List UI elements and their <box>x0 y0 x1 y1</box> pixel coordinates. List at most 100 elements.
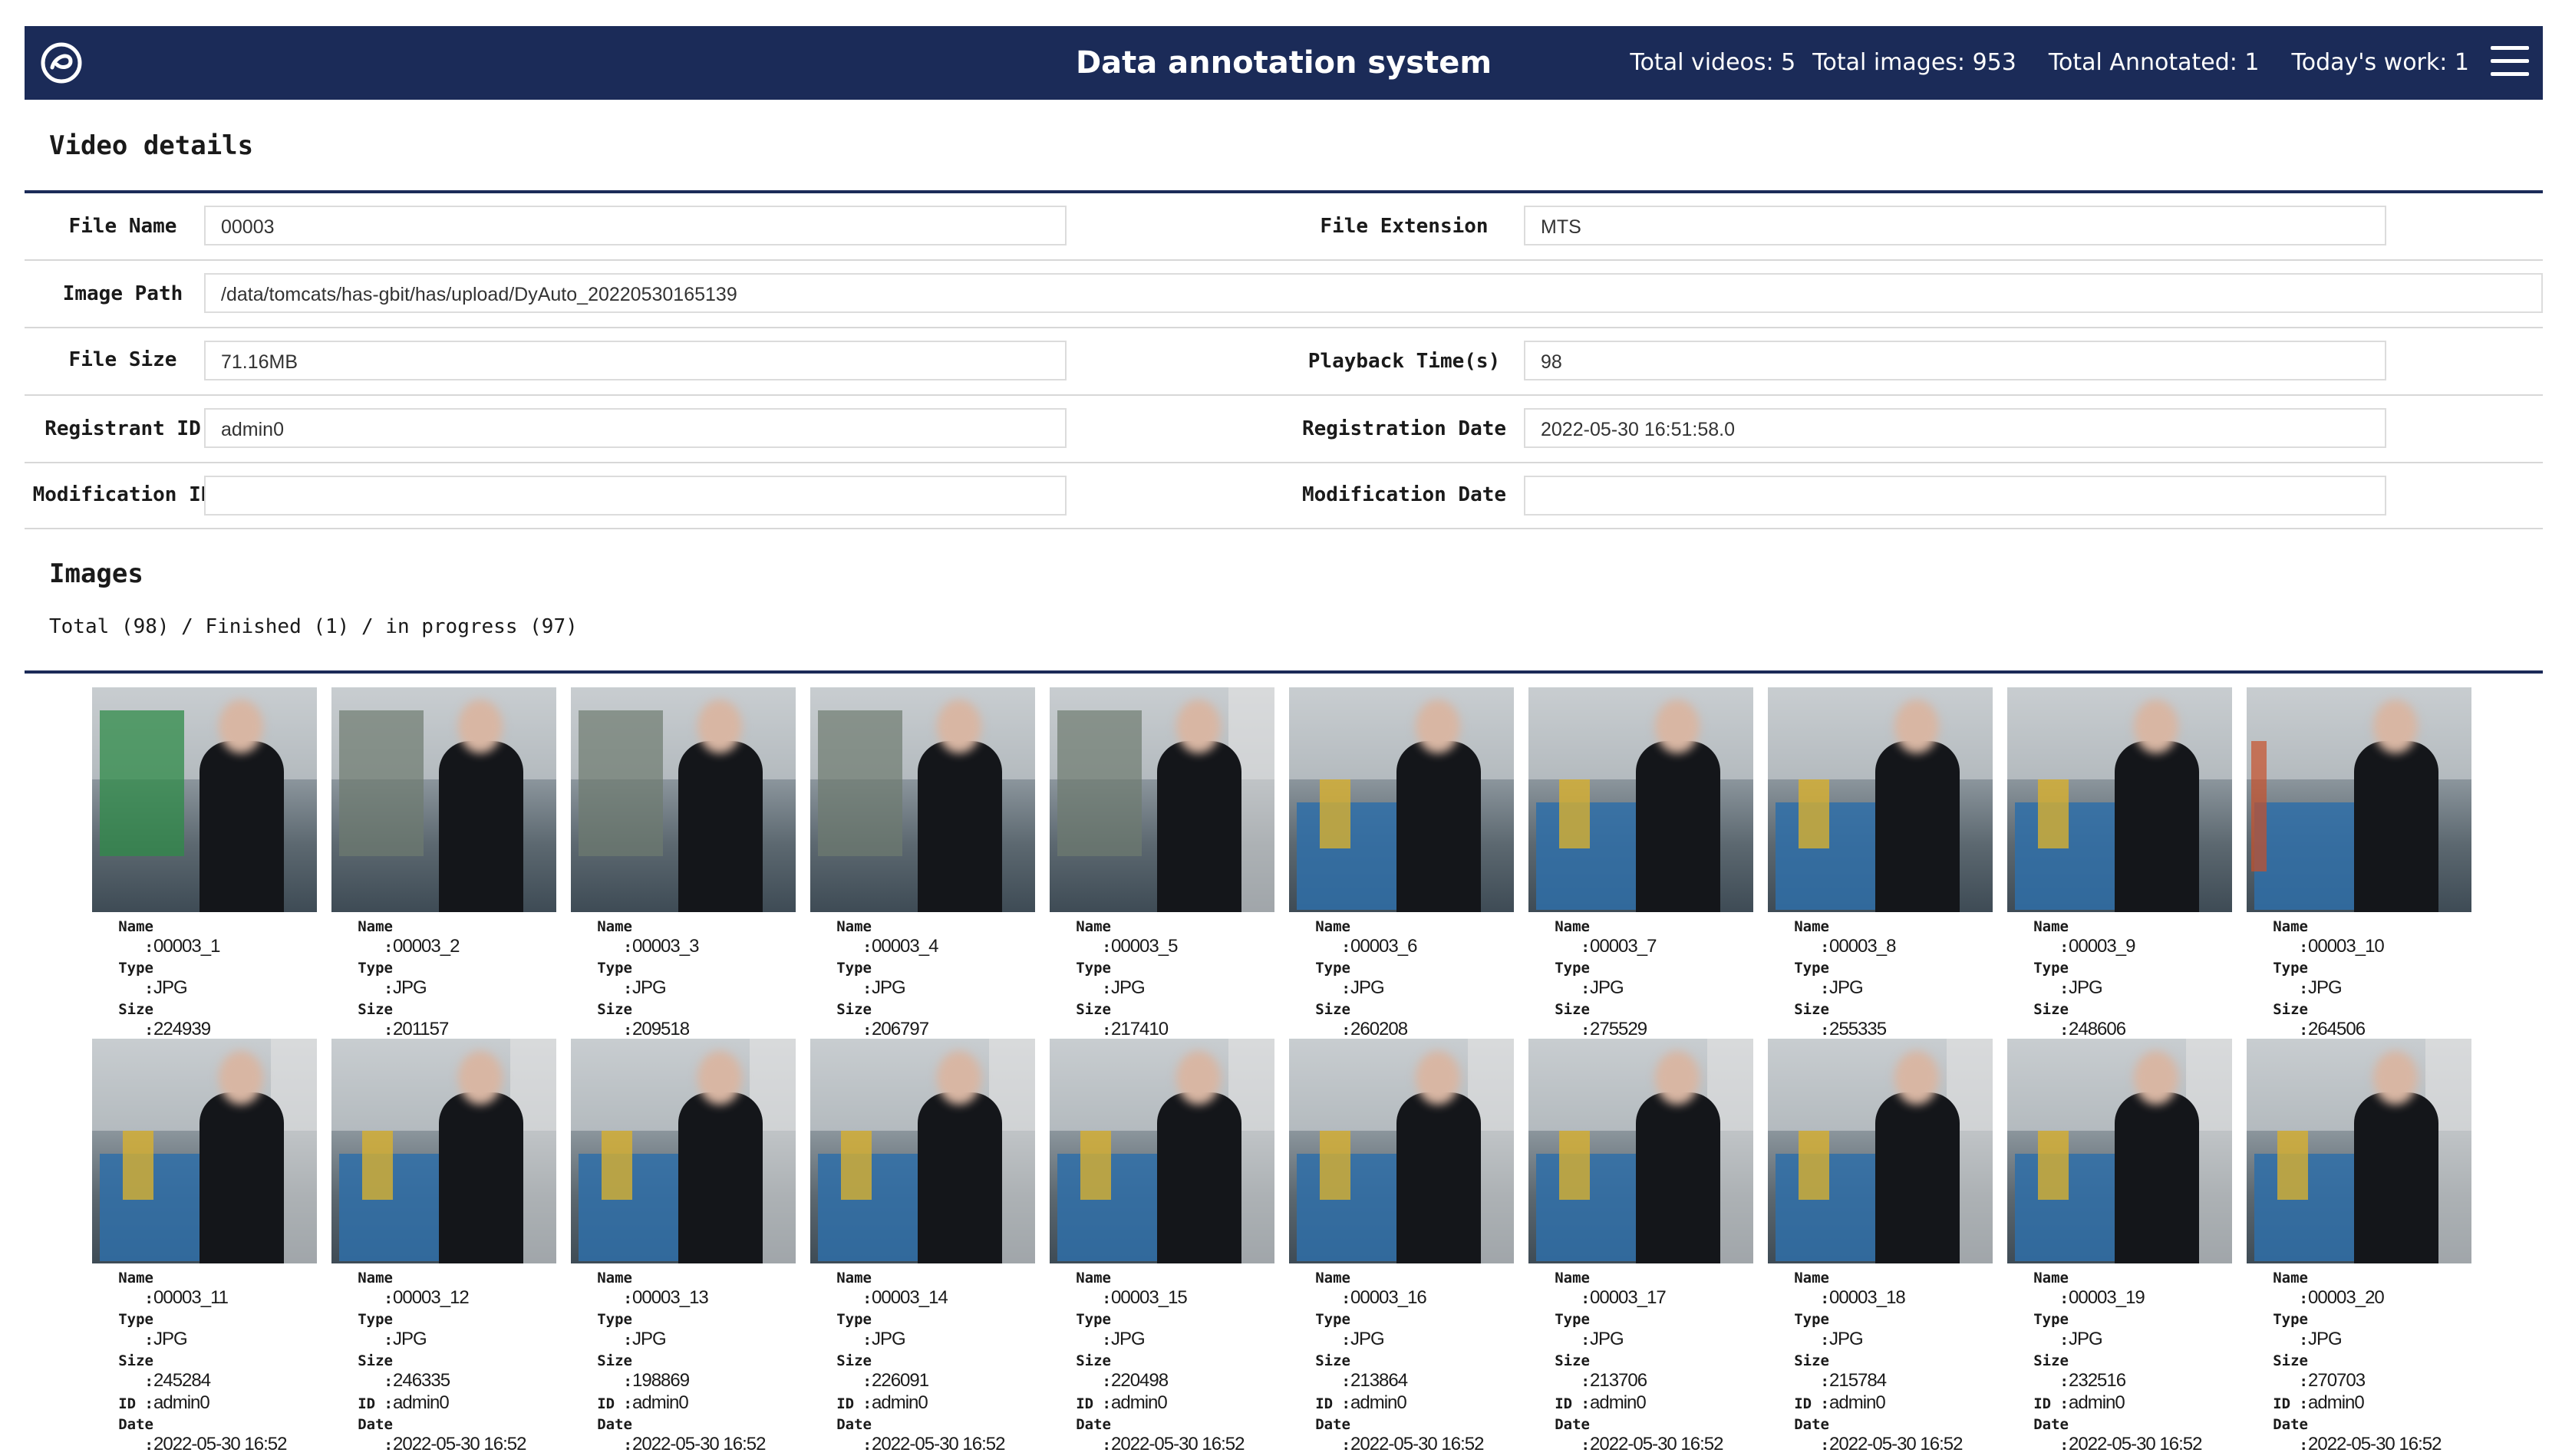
image-name-label: Name : <box>118 918 153 956</box>
divider <box>25 528 2543 529</box>
image-type-label: Type : <box>1076 960 1111 997</box>
modification-id-field[interactable] <box>204 476 1067 516</box>
image-size-label: Size : <box>1315 1001 1350 1039</box>
image-card[interactable]: Name :00003_12 Type :JPG Size :246335 ID :a… <box>331 1039 556 1454</box>
file-size-field[interactable]: 71.16MB <box>204 341 1067 380</box>
image-name-label: Name : <box>1794 1270 1829 1307</box>
image-name-row: Name :00003_1 <box>109 917 317 958</box>
image-size-label: Size : <box>2033 1352 2069 1390</box>
image-thumbnail[interactable] <box>2247 687 2471 912</box>
image-card[interactable]: Name :00003_18 Type :JPG Size :215784 ID :a… <box>1768 1039 1993 1454</box>
image-card[interactable]: Name :00003_1Type :JPGSize :224939ID :ad… <box>92 687 317 1103</box>
image-size: 201157 <box>393 1019 449 1039</box>
image-thumbnail[interactable] <box>331 687 556 912</box>
image-name: 00003_3 <box>632 936 699 957</box>
image-card[interactable]: Name :00003_19 Type :JPG Size :232516 ID :a… <box>2007 1039 2232 1454</box>
image-type-row: Type :JPG <box>2024 958 2232 1000</box>
image-date: 2022-05-30 16:52 <box>1111 1434 1245 1454</box>
image-thumbnail[interactable] <box>2007 687 2232 912</box>
image-path-field[interactable]: /data/tomcats/has-gbit/has/upload/DyAuto… <box>204 273 2543 313</box>
image-date-label: Date : <box>836 1416 872 1454</box>
image-thumbnail[interactable] <box>810 1039 1035 1263</box>
modification-date-field[interactable] <box>1524 476 2386 516</box>
image-card[interactable]: Name :00003_16 Type :JPG Size :213864 ID :a… <box>1289 1039 1514 1454</box>
image-card[interactable]: Name :00003_10Type :JPGSize :264506ID :a… <box>2247 687 2471 1103</box>
image-thumbnail[interactable] <box>571 687 796 912</box>
image-date-row: Date :2022-05-30 16:52 <box>1306 1415 1514 1456</box>
image-thumbnail[interactable] <box>92 1039 317 1263</box>
image-date: 2022-05-30 16:52 <box>872 1434 1005 1454</box>
total-images-stat: Total images: 953 <box>1812 49 2016 76</box>
image-name: 00003_19 <box>2069 1287 2145 1308</box>
divider <box>25 327 2543 328</box>
image-thumbnail[interactable] <box>2007 1039 2232 1263</box>
image-size-row: Size :260208 <box>1306 1000 1514 1041</box>
image-size: 245284 <box>153 1370 211 1391</box>
image-name-row: Name :00003_8 <box>1785 917 1993 958</box>
image-thumbnail[interactable] <box>810 687 1035 912</box>
image-card[interactable]: Name :00003_13 Type :JPG Size :198869 ID :a… <box>571 1039 796 1454</box>
image-id: admin0 <box>872 1392 928 1413</box>
file-extension-field[interactable]: MTS <box>1524 206 2386 245</box>
image-type-row: Type :JPG <box>588 958 796 1000</box>
image-thumbnail[interactable] <box>1768 1039 1993 1263</box>
image-name-label: Name : <box>836 1270 872 1307</box>
image-size-row: Size :232516 <box>2024 1351 2232 1392</box>
image-type: JPG <box>1829 977 1864 998</box>
image-name-label: Name : <box>2033 1270 2069 1307</box>
image-name: 00003_12 <box>393 1287 470 1308</box>
image-date-label: Date : <box>358 1416 393 1454</box>
image-card[interactable]: Name :00003_20 Type :JPG Size :270703 ID :a… <box>2247 1039 2471 1454</box>
file-name-label: File Name <box>68 215 177 238</box>
playback-time-field[interactable]: 98 <box>1524 341 2386 380</box>
image-name-row: Name :00003_18 <box>1785 1268 1993 1309</box>
image-thumbnail[interactable] <box>1768 687 1993 912</box>
image-thumbnail[interactable] <box>92 687 317 912</box>
image-id-row: ID :admin0 <box>1067 1392 1274 1415</box>
image-thumbnail[interactable] <box>1050 1039 1274 1263</box>
image-name-label: Name : <box>2273 1270 2308 1307</box>
image-thumbnail[interactable] <box>2247 1039 2471 1263</box>
image-card[interactable]: Name :00003_5Type :JPGSize :217410ID :ad… <box>1050 687 1274 1103</box>
image-size: 246335 <box>393 1370 450 1391</box>
image-card[interactable]: Name :00003_3Type :JPGSize :209518ID :ad… <box>571 687 796 1103</box>
image-id-label: ID : <box>2033 1395 2069 1412</box>
registration-date-field[interactable]: 2022-05-30 16:51:58.0 <box>1524 408 2386 448</box>
image-card[interactable]: Name :00003_6Type :JPGSize :260208ID :ad… <box>1289 687 1514 1103</box>
image-type: JPG <box>872 1329 906 1349</box>
image-size: 213706 <box>1590 1370 1647 1391</box>
image-id: admin0 <box>632 1392 689 1413</box>
image-type-row: Type :JPG <box>1067 1309 1274 1351</box>
image-card[interactable]: Name :00003_11 Type :JPG Size :245284 ID :a… <box>92 1039 317 1454</box>
image-name-row: Name :00003_17 <box>1545 1268 1753 1309</box>
image-thumbnail[interactable] <box>1289 687 1514 912</box>
image-size: 226091 <box>872 1370 929 1391</box>
image-card[interactable]: Name :00003_15 Type :JPG Size :220498 ID :a… <box>1050 1039 1274 1454</box>
image-thumbnail[interactable] <box>331 1039 556 1263</box>
divider <box>25 190 2543 193</box>
image-thumbnail[interactable] <box>1289 1039 1514 1263</box>
image-card[interactable]: Name :00003_14 Type :JPG Size :226091 ID :a… <box>810 1039 1035 1454</box>
image-thumbnail[interactable] <box>1528 1039 1753 1263</box>
image-card[interactable]: Name :00003_4Type :JPGSize :206797ID :ad… <box>810 687 1035 1103</box>
image-name-row: Name :00003_13 <box>588 1268 796 1309</box>
image-card[interactable]: Name :00003_7Type :JPGSize :275529ID :ad… <box>1528 687 1753 1103</box>
image-thumbnail[interactable] <box>571 1039 796 1263</box>
image-date-row: Date :2022-05-30 16:52 <box>588 1415 796 1456</box>
image-card[interactable]: Name :00003_9Type :JPGSize :248606ID :ad… <box>2007 687 2232 1103</box>
image-type: JPG <box>2308 1329 2343 1349</box>
image-name-label: Name : <box>358 1270 393 1307</box>
image-card[interactable]: Name :00003_2Type :JPGSize :201157ID :ad… <box>331 687 556 1103</box>
image-name-row: Name :00003_16 <box>1306 1268 1514 1309</box>
image-id-row: ID :admin0 <box>588 1392 796 1415</box>
image-type-label: Type : <box>358 1311 393 1349</box>
registrant-id-field[interactable]: admin0 <box>204 408 1067 448</box>
image-thumbnail[interactable] <box>1528 687 1753 912</box>
file-name-field[interactable]: 00003 <box>204 206 1067 245</box>
image-card[interactable]: Name :00003_8Type :JPGSize :255335ID :ad… <box>1768 687 1993 1103</box>
image-size: 215784 <box>1829 1370 1887 1391</box>
image-thumbnail[interactable] <box>1050 687 1274 912</box>
hamburger-menu-icon[interactable] <box>2491 46 2529 77</box>
image-card[interactable]: Name :00003_17 Type :JPG Size :213706 ID :a… <box>1528 1039 1753 1454</box>
image-type-row: Type :JPG <box>348 1309 556 1351</box>
